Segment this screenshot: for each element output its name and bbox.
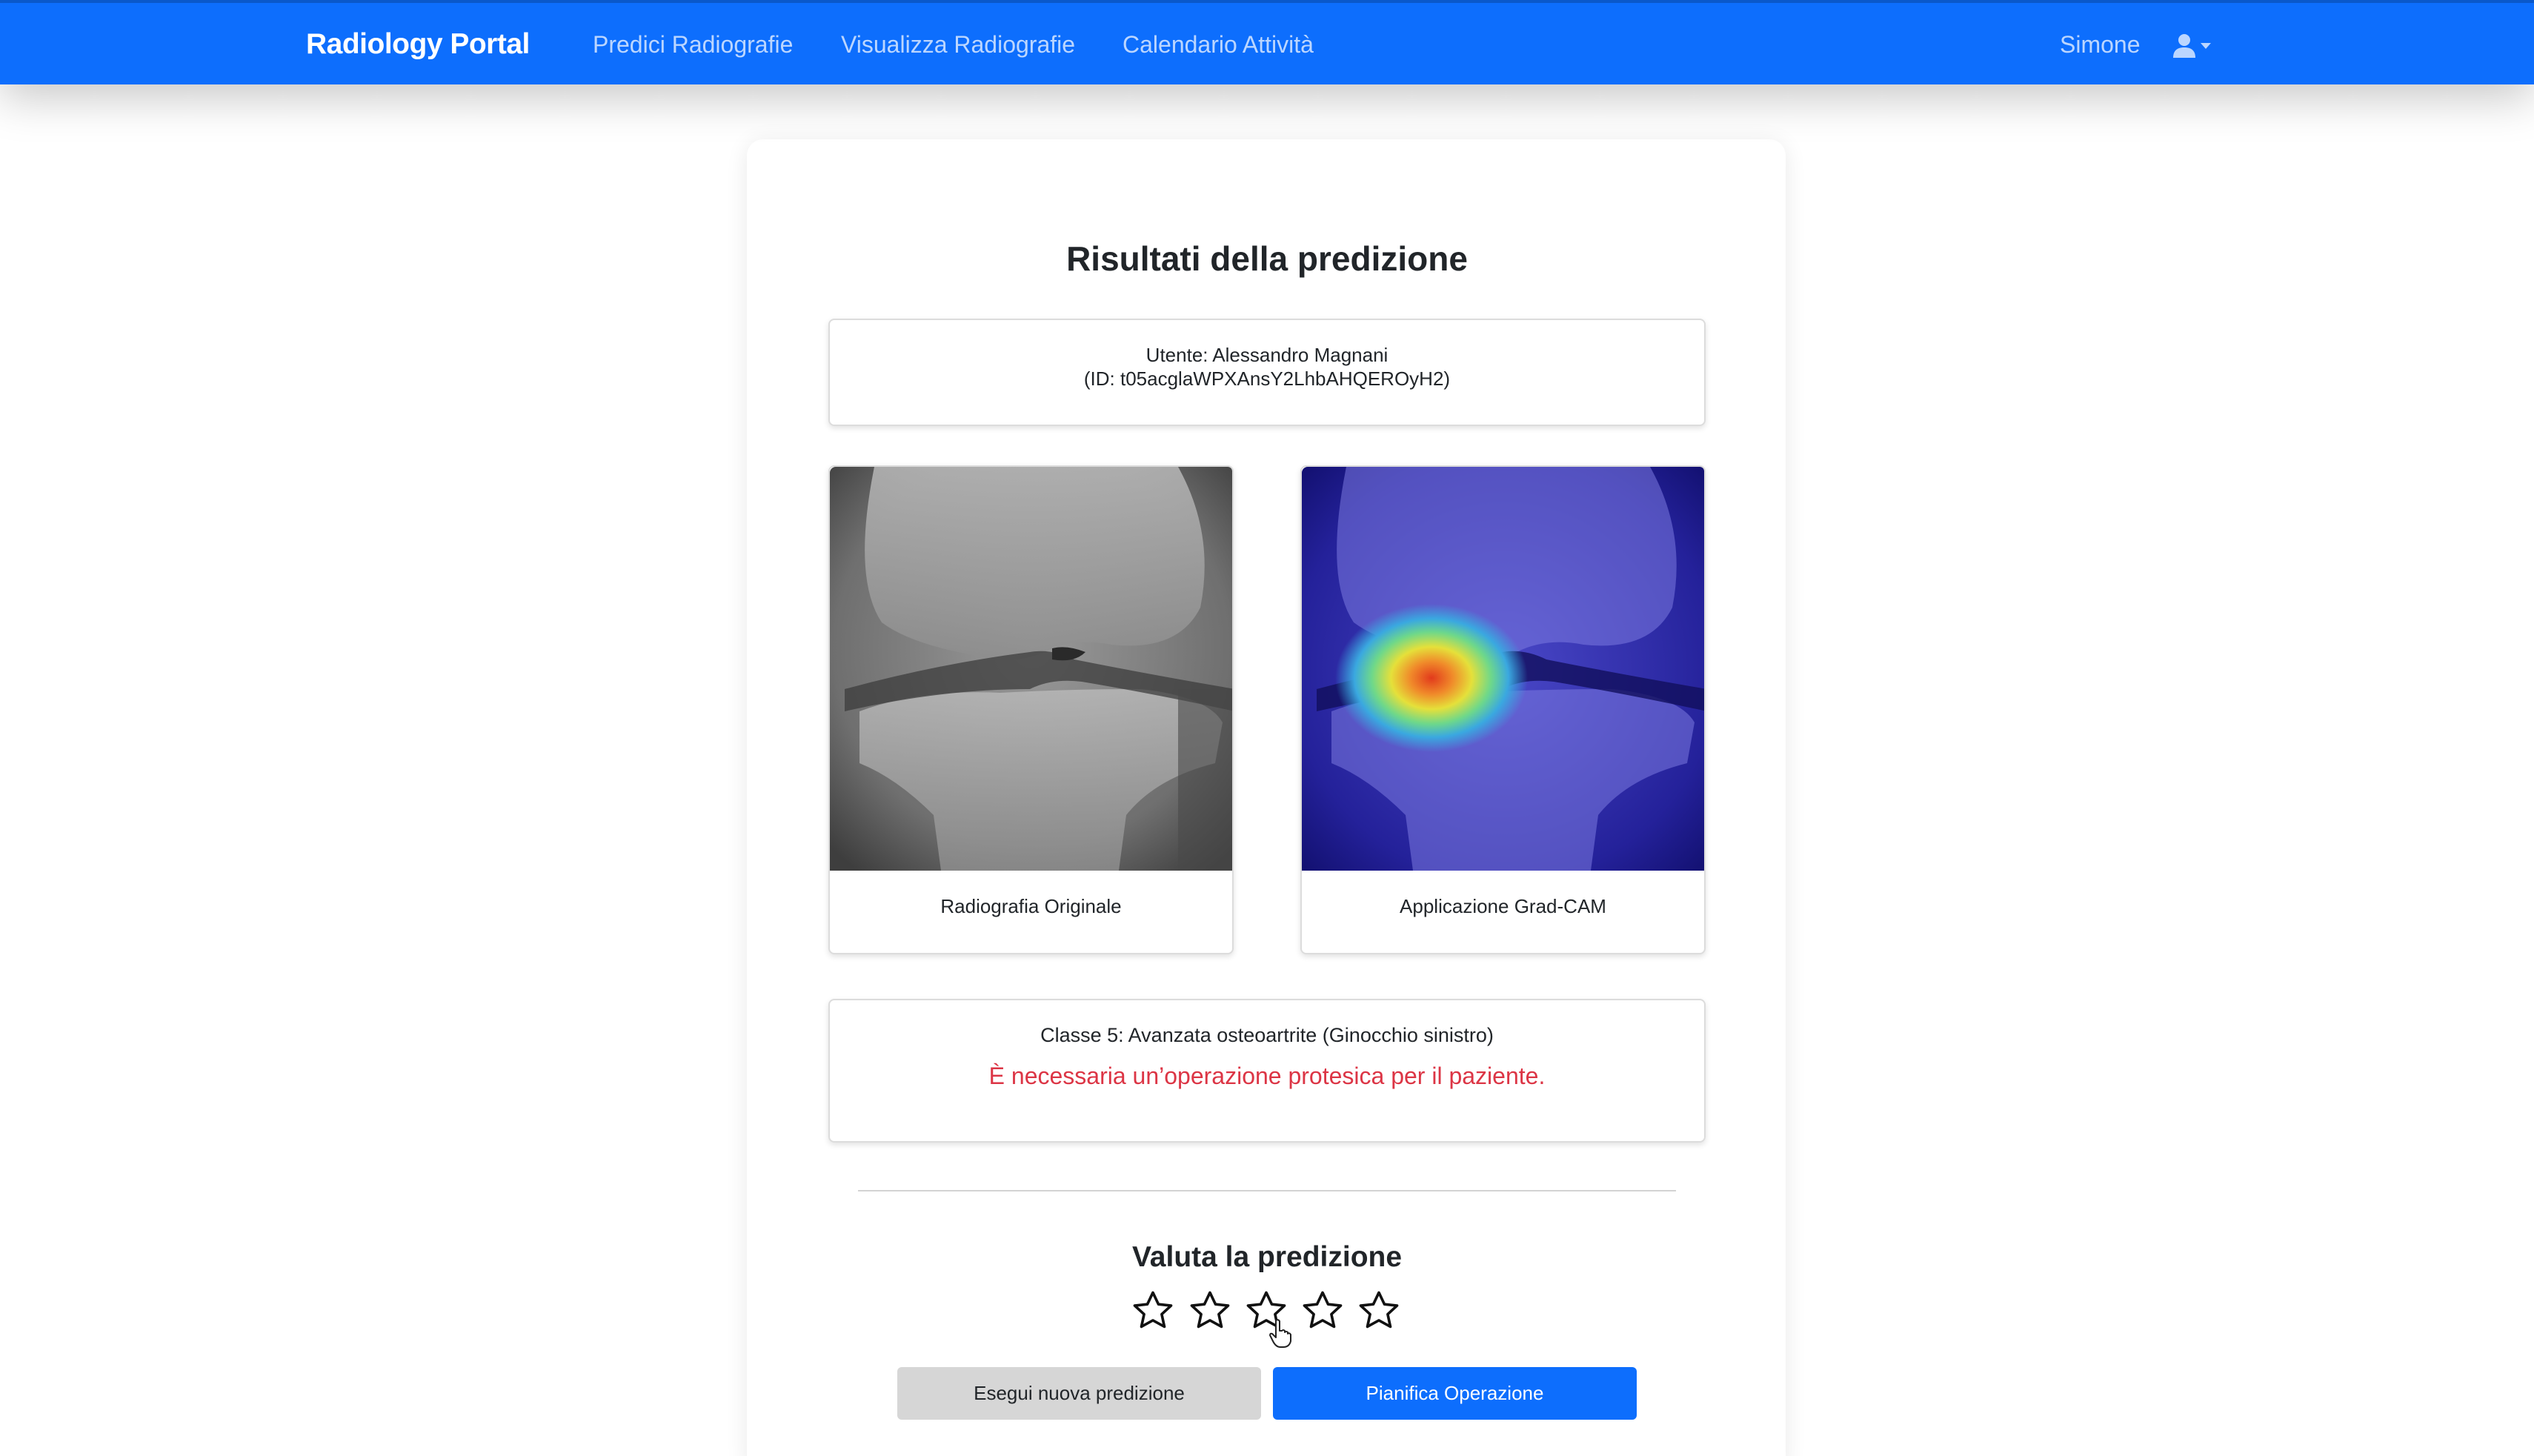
star-rating[interactable] [1130, 1288, 1404, 1334]
gradcam-image [1302, 467, 1704, 871]
prediction-result-box: Classe 5: Avanzata osteoartrite (Ginocch… [828, 999, 1706, 1143]
user-name-text: Utente: Alessandro Magnani [1145, 344, 1389, 366]
prediction-warning-text: È necessaria un’operazione protesica per… [988, 1063, 1546, 1089]
user-menu-dropdown[interactable] [2172, 31, 2217, 61]
nav-link-calendario[interactable]: Calendario Attività [1123, 31, 1314, 59]
star-outline-icon[interactable] [1130, 1288, 1176, 1334]
new-prediction-button[interactable]: Esegui nuova predizione [897, 1367, 1261, 1420]
prediction-class-text: Classe 5: Avanzata osteoartrite (Ginocch… [1040, 1024, 1494, 1046]
user-icon [2173, 34, 2195, 58]
brand-logo[interactable]: Radiology Portal [306, 28, 530, 61]
nav-link-predici[interactable]: Predici Radiografie [593, 31, 793, 59]
page-title: Risultati della predizione [1066, 239, 1468, 278]
original-xray-caption: Radiografia Originale [940, 895, 1122, 917]
gradcam-card: Applicazione Grad-CAM [1300, 465, 1706, 954]
star-outline-icon[interactable] [1243, 1288, 1289, 1334]
gradcam-caption: Applicazione Grad-CAM [1400, 895, 1606, 917]
rating-title: Valuta la predizione [1131, 1241, 1403, 1273]
user-id-text: (ID: t05acglaWPXAnsY2LhbAHQEROyH2) [1083, 368, 1451, 390]
star-outline-icon[interactable] [1356, 1288, 1402, 1334]
original-xray-image [830, 467, 1232, 871]
nav-user-name[interactable]: Simone [2060, 31, 2141, 59]
star-outline-icon[interactable] [1187, 1288, 1233, 1334]
plan-operation-button[interactable]: Pianifica Operazione [1273, 1367, 1637, 1420]
section-divider [858, 1190, 1676, 1191]
caret-down-icon [2201, 43, 2211, 49]
user-info-box: Utente: Alessandro Magnani (ID: t05acgla… [828, 319, 1706, 426]
star-outline-icon[interactable] [1300, 1288, 1346, 1334]
navbar: Radiology Portal Predici Radiografie Vis… [0, 0, 2534, 84]
nav-link-visualizza[interactable]: Visualizza Radiografie [841, 31, 1075, 59]
original-xray-card: Radiografia Originale [828, 465, 1234, 954]
